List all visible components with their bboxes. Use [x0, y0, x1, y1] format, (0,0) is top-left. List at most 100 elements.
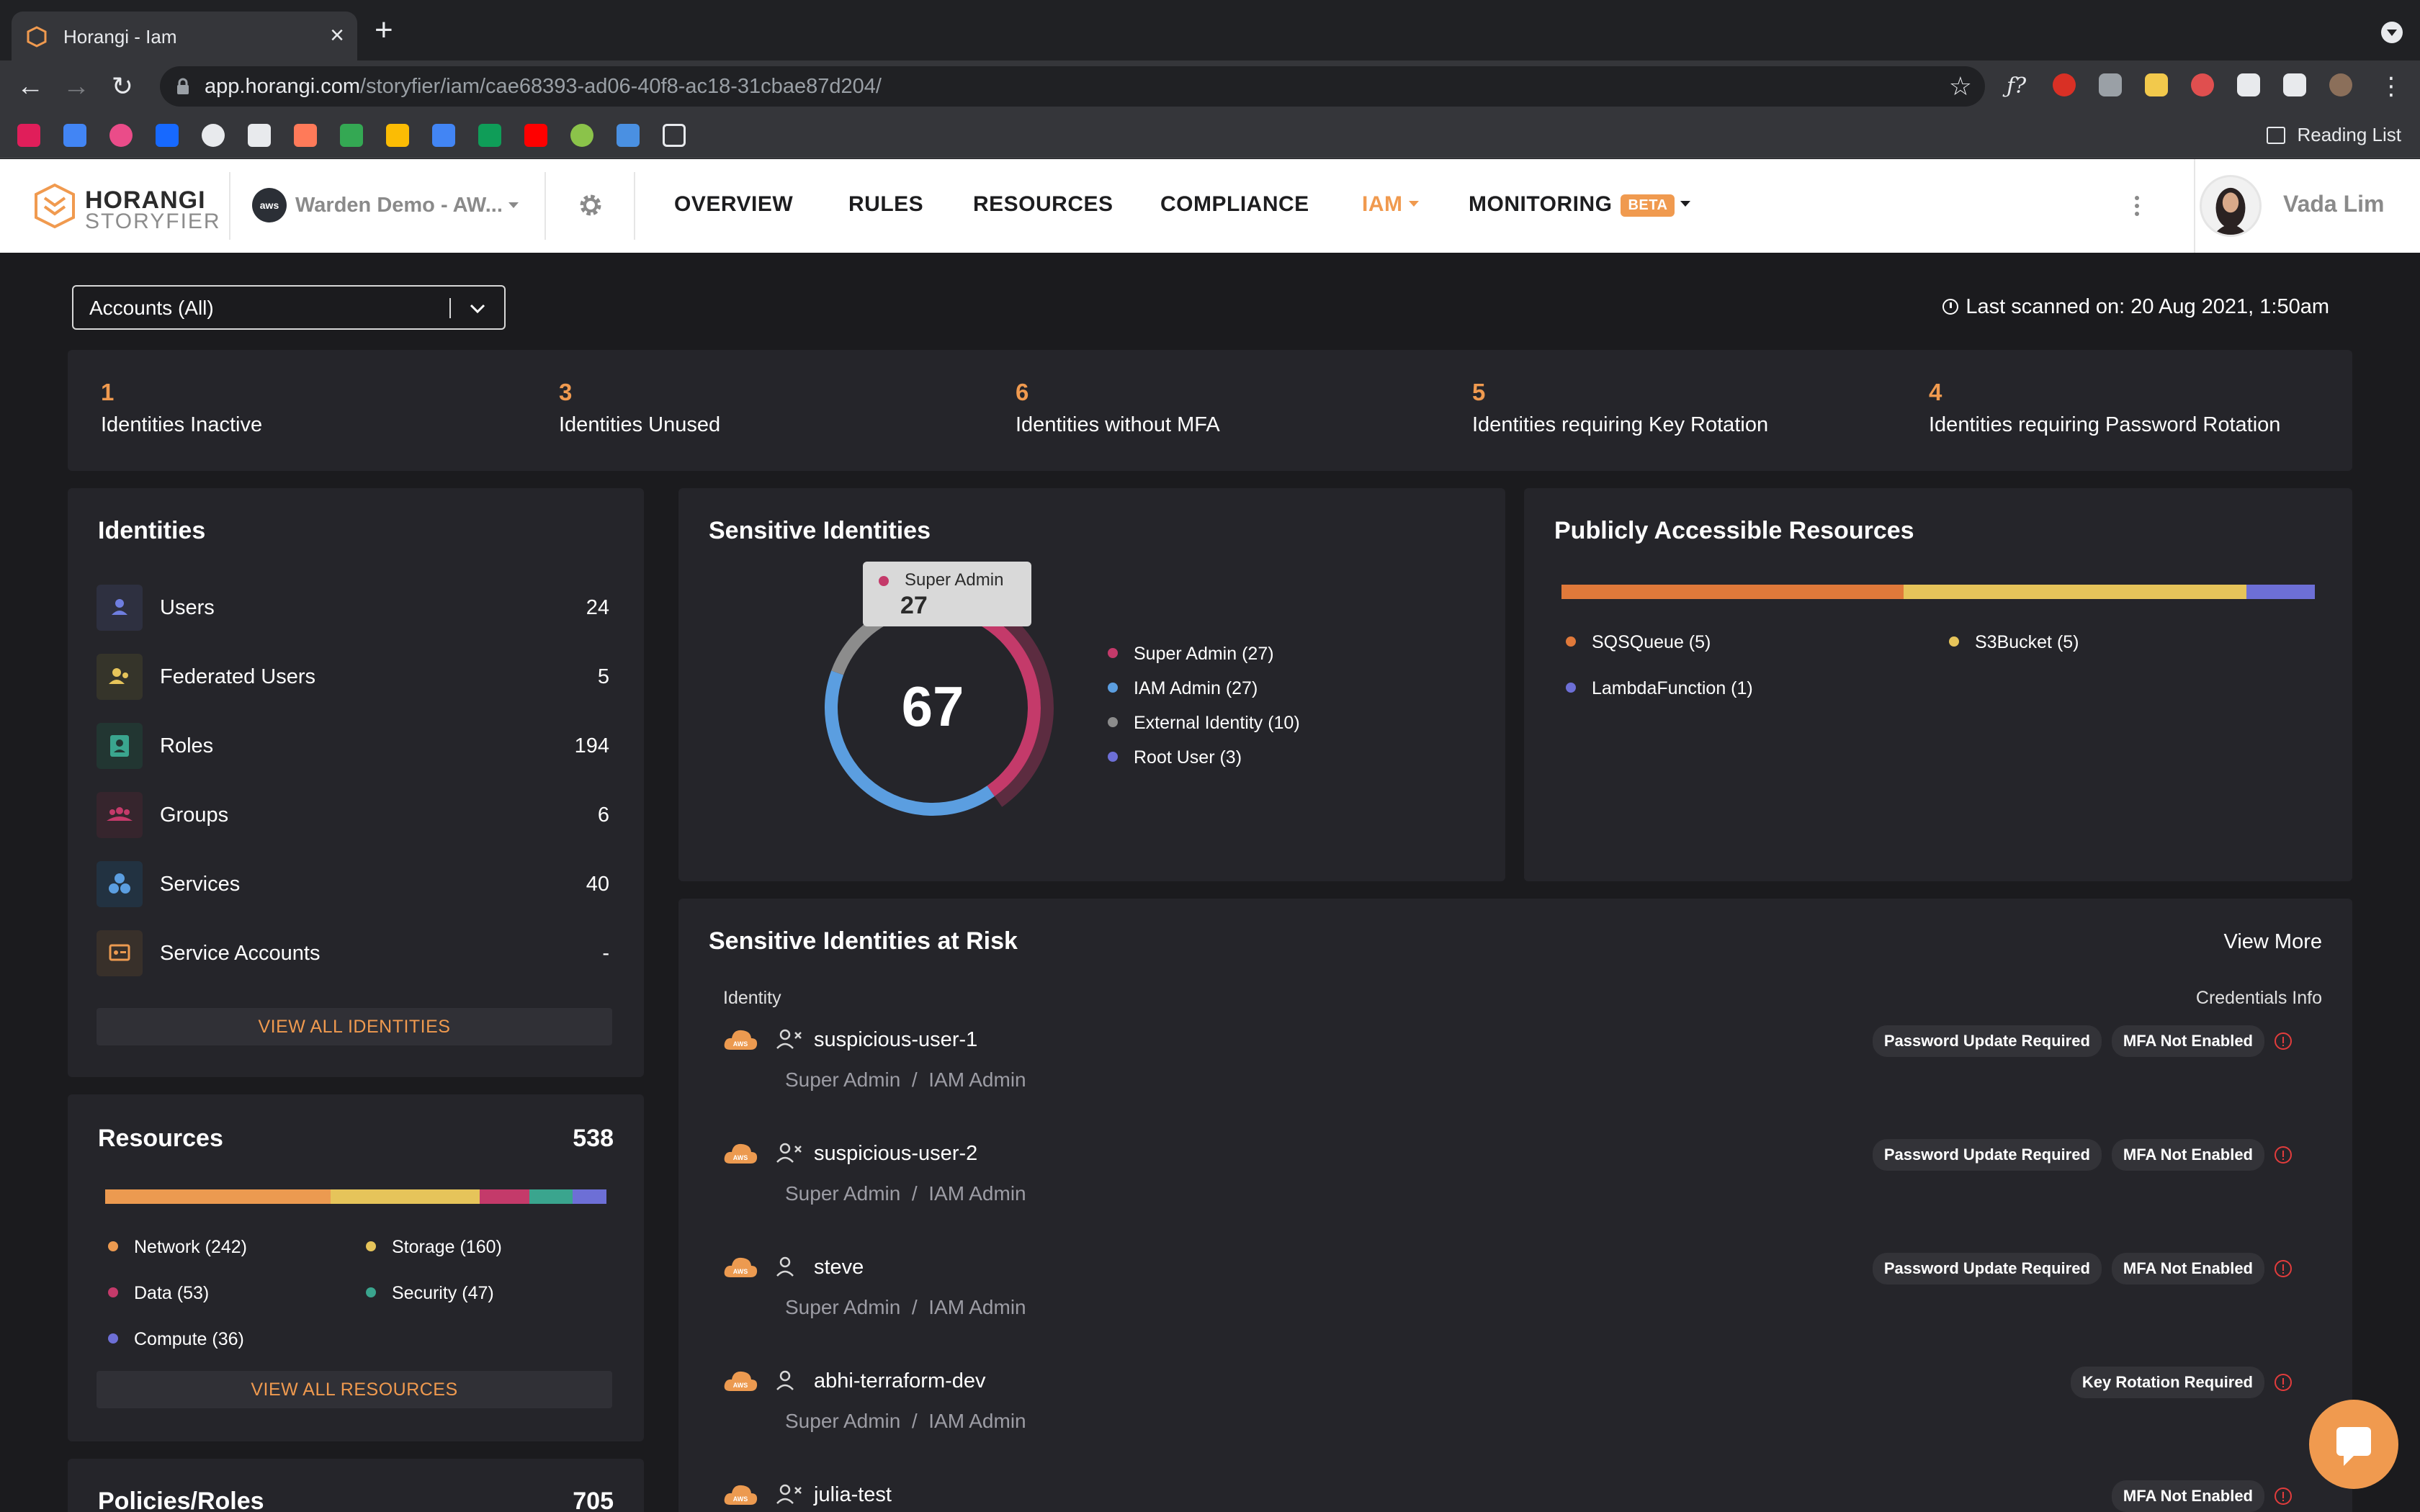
- at-risk-row[interactable]: AWS julia-test MFA Not Enabled: [722, 1480, 2292, 1512]
- identity-row-users[interactable]: Users 24: [97, 585, 609, 634]
- atlassian-bookmark-icon[interactable]: [617, 124, 640, 147]
- tab-search-icon[interactable]: [2381, 22, 2403, 43]
- public-resources-bar-segment[interactable]: [1561, 585, 1904, 599]
- warning-icon[interactable]: [2275, 1374, 2292, 1391]
- slack-bookmark-icon[interactable]: [17, 124, 40, 147]
- nav-monitoring[interactable]: MONITORING BETA: [1469, 192, 1691, 217]
- browser-tab[interactable]: Horangi - Iam ×: [12, 12, 357, 60]
- cloud-bookmark-icon[interactable]: [248, 124, 271, 147]
- identity-roles: Super Admin / IAM Admin: [785, 1182, 1026, 1205]
- view-all-resources-button[interactable]: VIEW ALL RESOURCES: [97, 1371, 612, 1408]
- back-icon[interactable]: ←: [13, 69, 48, 104]
- at-risk-row[interactable]: AWS abhi-terraform-dev Super Admin / IAM A…: [722, 1367, 2292, 1467]
- resources-bar-segment[interactable]: [480, 1189, 529, 1204]
- legend-network[interactable]: Network (242): [108, 1237, 247, 1258]
- legend-iam-admin[interactable]: IAM Admin (27): [1108, 678, 1258, 699]
- legend-data[interactable]: Data (53): [108, 1283, 209, 1304]
- stat-key-rotation[interactable]: 5 Identities requiring Key Rotation: [1472, 379, 1768, 437]
- drive-bookmark-icon[interactable]: [340, 124, 363, 147]
- select-separator: [449, 298, 451, 318]
- identity-row-federated-users[interactable]: Federated Users 5: [97, 654, 609, 703]
- address-bar[interactable]: app.horangi.com/storyfier/iam/cae68393-a…: [160, 66, 1985, 107]
- warning-icon[interactable]: [2275, 1260, 2292, 1277]
- view-more-link[interactable]: View More: [2224, 930, 2322, 954]
- identity-name[interactable]: suspicious-user-1: [814, 1028, 977, 1052]
- identity-name[interactable]: suspicious-user-2: [814, 1142, 977, 1166]
- gear-icon[interactable]: [576, 191, 605, 220]
- s-extension-icon[interactable]: [2191, 73, 2214, 96]
- slides-bookmark-icon[interactable]: [386, 124, 409, 147]
- legend-lambda-function[interactable]: LambdaFunction (1): [1566, 678, 1753, 699]
- legend-external-identity[interactable]: External Identity (10): [1108, 713, 1300, 734]
- at-risk-row[interactable]: AWS steve Super Admin / IAM Admin Password …: [722, 1253, 2292, 1354]
- identity-row-roles[interactable]: Roles 194: [97, 723, 609, 772]
- role-badge-icon: [97, 723, 143, 769]
- resources-bar-segment[interactable]: [573, 1189, 606, 1204]
- legend-security[interactable]: Security (47): [366, 1283, 494, 1304]
- youtube-bookmark-icon[interactable]: [524, 124, 547, 147]
- user-name[interactable]: Vada Lim: [2283, 191, 2385, 217]
- globe-bookmark-icon[interactable]: [202, 124, 225, 147]
- legend-root-user[interactable]: Root User (3): [1108, 747, 1242, 768]
- legend-dot: [1566, 636, 1576, 647]
- nav-resources[interactable]: RESOURCES: [973, 192, 1113, 217]
- resources-bar-segment[interactable]: [105, 1189, 331, 1204]
- behance-bookmark-icon[interactable]: [156, 124, 179, 147]
- browser-menu-icon[interactable]: ⋮: [2374, 69, 2408, 104]
- nav-rules[interactable]: RULES: [848, 192, 923, 217]
- identity-row-service-accounts[interactable]: Service Accounts -: [97, 930, 609, 979]
- reload-icon[interactable]: ↻: [105, 69, 140, 104]
- stat-unused[interactable]: 3 Identities Unused: [559, 379, 720, 437]
- adblock-extension-icon[interactable]: [2053, 73, 2076, 96]
- legend-storage[interactable]: Storage (160): [366, 1237, 502, 1258]
- camera-extension-icon[interactable]: [2099, 73, 2122, 96]
- at-risk-row[interactable]: AWS suspicious-user-1 Super Admin / IAM Ad…: [722, 1025, 2292, 1126]
- warning-icon[interactable]: [2275, 1032, 2292, 1050]
- stat-inactive[interactable]: 1 Identities Inactive: [101, 379, 262, 437]
- stat-without-mfa[interactable]: 6 Identities without MFA: [1016, 379, 1220, 437]
- accounts-filter-select[interactable]: Accounts (All): [72, 285, 506, 330]
- legend-sqs-queue[interactable]: SQSQueue (5): [1566, 632, 1711, 653]
- resources-bar-segment[interactable]: [529, 1189, 573, 1204]
- hubspot-bookmark-icon[interactable]: [294, 124, 317, 147]
- legend-compute[interactable]: Compute (36): [108, 1329, 244, 1350]
- legend-super-admin[interactable]: Super Admin (27): [1108, 644, 1274, 665]
- identity-name[interactable]: abhi-terraform-dev: [814, 1369, 986, 1393]
- identity-row-services[interactable]: Services 40: [97, 861, 609, 910]
- public-resources-bar-segment[interactable]: [2246, 585, 2315, 599]
- forward-icon[interactable]: →: [59, 69, 94, 104]
- warning-icon[interactable]: [2275, 1488, 2292, 1505]
- resources-bar-segment[interactable]: [331, 1189, 480, 1204]
- profile-avatar-icon[interactable]: [2329, 73, 2352, 96]
- green-bookmark-icon[interactable]: [570, 124, 593, 147]
- view-all-identities-button[interactable]: VIEW ALL IDENTITIES: [97, 1008, 612, 1045]
- nav-iam[interactable]: IAM: [1362, 192, 1419, 217]
- dribbble-bookmark-icon[interactable]: [109, 124, 133, 147]
- chat-support-button[interactable]: [2309, 1400, 2398, 1489]
- nav-overview[interactable]: OVERVIEW: [674, 192, 793, 217]
- close-tab-icon[interactable]: ×: [330, 20, 344, 50]
- warning-icon[interactable]: [2275, 1146, 2292, 1164]
- notes-extension-icon[interactable]: [2145, 73, 2168, 96]
- more-options-icon[interactable]: [2133, 194, 2141, 218]
- docs-bookmark-icon[interactable]: [432, 124, 455, 147]
- public-resources-bar-segment[interactable]: [1904, 585, 2246, 599]
- identity-name[interactable]: steve: [814, 1256, 864, 1279]
- calendar-bookmark-icon[interactable]: [63, 124, 86, 147]
- identity-row-groups[interactable]: Groups 6: [97, 792, 609, 841]
- avatar[interactable]: [2200, 175, 2262, 237]
- folder-bookmark-icon[interactable]: [663, 124, 686, 147]
- at-risk-row[interactable]: AWS suspicious-user-2 Super Admin / IAM Ad…: [722, 1139, 2292, 1240]
- nav-compliance[interactable]: COMPLIANCE: [1160, 192, 1309, 217]
- horangi-logo[interactable]: HORANGI STORYFIER: [32, 182, 220, 233]
- stat-password-rotation[interactable]: 4 Identities requiring Password Rotation: [1929, 379, 2280, 437]
- legend-s3-bucket[interactable]: S3Bucket (5): [1949, 632, 2079, 653]
- formula-extension-icon[interactable]: ƒ?: [2007, 73, 2030, 99]
- media-controls-icon[interactable]: [2283, 73, 2306, 96]
- reading-list-button[interactable]: Reading List: [2267, 124, 2401, 146]
- bookmark-star-icon[interactable]: ☆: [1949, 72, 1972, 101]
- new-tab-icon[interactable]: +: [375, 14, 393, 46]
- extensions-puzzle-icon[interactable]: [2237, 73, 2260, 96]
- sheets-bookmark-icon[interactable]: [478, 124, 501, 147]
- identity-name[interactable]: julia-test: [814, 1483, 892, 1507]
